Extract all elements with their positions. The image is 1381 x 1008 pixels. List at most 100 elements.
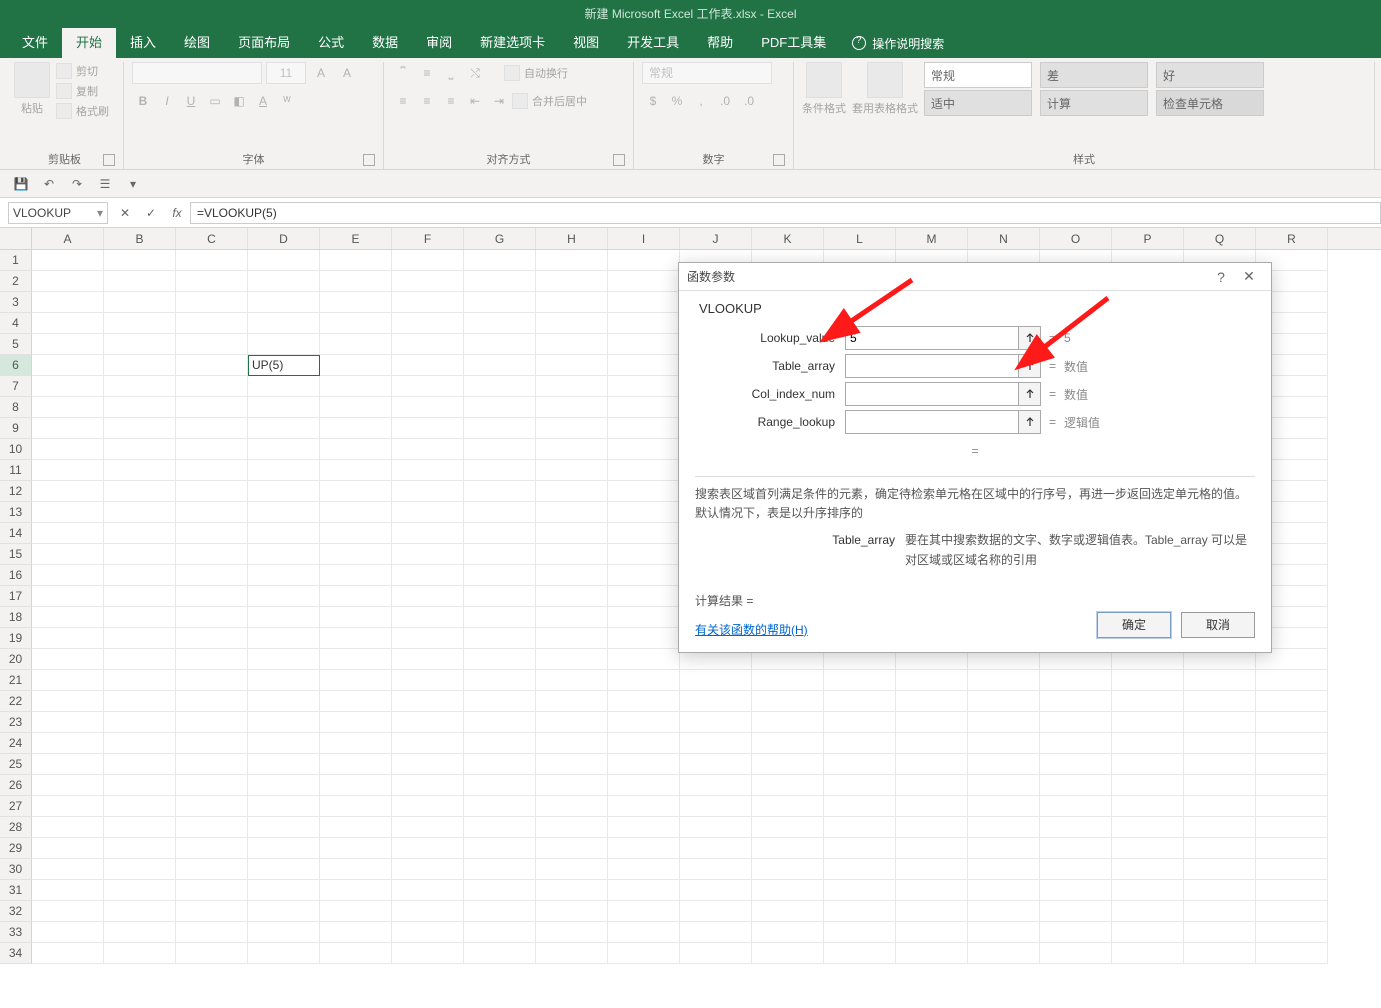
- cell-L23[interactable]: [824, 712, 896, 733]
- row-header-12[interactable]: 12: [0, 481, 32, 502]
- dialog-help-button[interactable]: ?: [1207, 269, 1235, 285]
- number-format-combo[interactable]: 常规: [642, 62, 772, 84]
- cell-C6[interactable]: [176, 355, 248, 376]
- cell-H7[interactable]: [536, 376, 608, 397]
- cell-C22[interactable]: [176, 691, 248, 712]
- cell-R28[interactable]: [1256, 817, 1328, 838]
- row-header-18[interactable]: 18: [0, 607, 32, 628]
- column-header-M[interactable]: M: [896, 228, 968, 249]
- cell-B32[interactable]: [104, 901, 176, 922]
- cell-B21[interactable]: [104, 670, 176, 691]
- column-header-C[interactable]: C: [176, 228, 248, 249]
- cell-B4[interactable]: [104, 313, 176, 334]
- cell-E21[interactable]: [320, 670, 392, 691]
- row-header-2[interactable]: 2: [0, 271, 32, 292]
- cell-F1[interactable]: [392, 250, 464, 271]
- redo-icon[interactable]: ↷: [68, 175, 86, 193]
- cell-D5[interactable]: [248, 334, 320, 355]
- cell-D32[interactable]: [248, 901, 320, 922]
- cell-H24[interactable]: [536, 733, 608, 754]
- cell-C23[interactable]: [176, 712, 248, 733]
- cell-N21[interactable]: [968, 670, 1040, 691]
- cell-F17[interactable]: [392, 586, 464, 607]
- cancel-button[interactable]: 取消: [1181, 612, 1255, 638]
- cell-F26[interactable]: [392, 775, 464, 796]
- cell-M28[interactable]: [896, 817, 968, 838]
- row-header-30[interactable]: 30: [0, 859, 32, 880]
- column-header-Q[interactable]: Q: [1184, 228, 1256, 249]
- column-header-N[interactable]: N: [968, 228, 1040, 249]
- row-header-32[interactable]: 32: [0, 901, 32, 922]
- cell-I17[interactable]: [608, 586, 680, 607]
- cell-K31[interactable]: [752, 880, 824, 901]
- cell-L34[interactable]: [824, 943, 896, 964]
- font-size-combo[interactable]: 11: [266, 62, 306, 84]
- column-header-G[interactable]: G: [464, 228, 536, 249]
- wrap-text-button[interactable]: 自动换行: [504, 64, 568, 82]
- column-header-D[interactable]: D: [248, 228, 320, 249]
- cell-R34[interactable]: [1256, 943, 1328, 964]
- cell-C32[interactable]: [176, 901, 248, 922]
- cell-M21[interactable]: [896, 670, 968, 691]
- cell-Q31[interactable]: [1184, 880, 1256, 901]
- cell-F10[interactable]: [392, 439, 464, 460]
- row-header-14[interactable]: 14: [0, 523, 32, 544]
- cell-L21[interactable]: [824, 670, 896, 691]
- tab-page-layout[interactable]: 页面布局: [224, 28, 304, 58]
- cell-R30[interactable]: [1256, 859, 1328, 880]
- cell-B25[interactable]: [104, 754, 176, 775]
- cell-H13[interactable]: [536, 502, 608, 523]
- cell-M22[interactable]: [896, 691, 968, 712]
- cell-I7[interactable]: [608, 376, 680, 397]
- cell-J27[interactable]: [680, 796, 752, 817]
- style-normal[interactable]: 常规: [924, 62, 1032, 88]
- arg-input-table-array[interactable]: [845, 354, 1019, 378]
- cell-O22[interactable]: [1040, 691, 1112, 712]
- align-top-button[interactable]: ⎴: [392, 62, 414, 84]
- cell-O23[interactable]: [1040, 712, 1112, 733]
- cell-C13[interactable]: [176, 502, 248, 523]
- cell-I15[interactable]: [608, 544, 680, 565]
- cell-A17[interactable]: [32, 586, 104, 607]
- cell-H29[interactable]: [536, 838, 608, 859]
- cell-C27[interactable]: [176, 796, 248, 817]
- row-header-7[interactable]: 7: [0, 376, 32, 397]
- row-header-34[interactable]: 34: [0, 943, 32, 964]
- cell-J26[interactable]: [680, 775, 752, 796]
- cell-B18[interactable]: [104, 607, 176, 628]
- cell-D30[interactable]: [248, 859, 320, 880]
- cell-G11[interactable]: [464, 460, 536, 481]
- cell-N23[interactable]: [968, 712, 1040, 733]
- cell-G22[interactable]: [464, 691, 536, 712]
- cell-B3[interactable]: [104, 292, 176, 313]
- currency-button[interactable]: $: [642, 90, 664, 112]
- cell-K22[interactable]: [752, 691, 824, 712]
- cell-R32[interactable]: [1256, 901, 1328, 922]
- cell-H28[interactable]: [536, 817, 608, 838]
- cell-N26[interactable]: [968, 775, 1040, 796]
- column-header-O[interactable]: O: [1040, 228, 1112, 249]
- cell-N31[interactable]: [968, 880, 1040, 901]
- cell-K23[interactable]: [752, 712, 824, 733]
- cell-H6[interactable]: [536, 355, 608, 376]
- cell-E17[interactable]: [320, 586, 392, 607]
- cell-G33[interactable]: [464, 922, 536, 943]
- cell-R33[interactable]: [1256, 922, 1328, 943]
- cell-D27[interactable]: [248, 796, 320, 817]
- cell-F11[interactable]: [392, 460, 464, 481]
- cell-A16[interactable]: [32, 565, 104, 586]
- cell-A28[interactable]: [32, 817, 104, 838]
- cell-E6[interactable]: [320, 355, 392, 376]
- arg-input-lookup-value[interactable]: [845, 326, 1019, 350]
- cell-N30[interactable]: [968, 859, 1040, 880]
- cell-R27[interactable]: [1256, 796, 1328, 817]
- cell-O30[interactable]: [1040, 859, 1112, 880]
- cell-H22[interactable]: [536, 691, 608, 712]
- cell-C33[interactable]: [176, 922, 248, 943]
- align-left-button[interactable]: ≡: [392, 90, 414, 112]
- cell-H11[interactable]: [536, 460, 608, 481]
- cell-B5[interactable]: [104, 334, 176, 355]
- cell-O26[interactable]: [1040, 775, 1112, 796]
- cell-styles-gallery[interactable]: 常规 差 好 适中 计算 检查单元格: [924, 62, 1266, 116]
- cell-H16[interactable]: [536, 565, 608, 586]
